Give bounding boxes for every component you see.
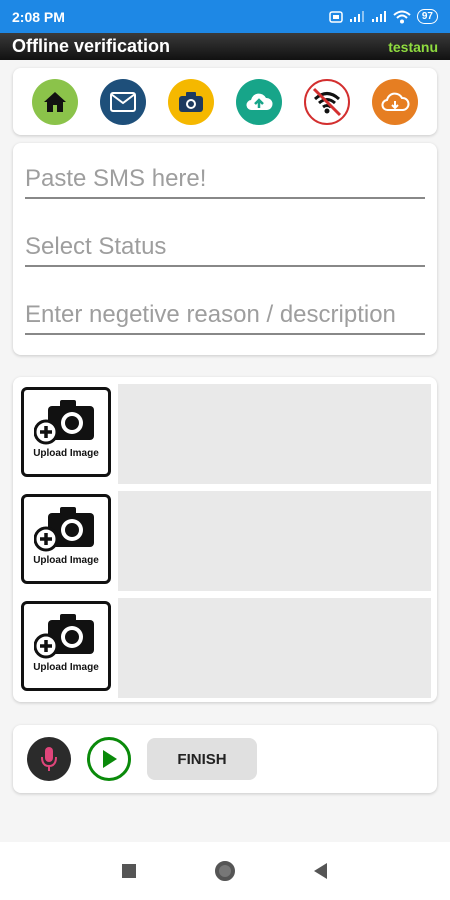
- upload-image-button[interactable]: Upload Image: [21, 494, 111, 584]
- username: testanu: [388, 38, 438, 55]
- cloud-download-button[interactable]: [372, 78, 418, 125]
- add-camera-icon: [34, 507, 94, 552]
- add-camera-icon: [34, 400, 94, 445]
- cloud-download-icon: [381, 92, 410, 111]
- image-slot: Upload Image: [21, 491, 431, 591]
- bottom-actions: FINISH: [13, 725, 437, 793]
- sms-input[interactable]: [25, 165, 425, 197]
- image-preview: [118, 598, 431, 698]
- page-title: Offline verification: [12, 36, 171, 56]
- verification-form: [13, 143, 437, 355]
- add-camera-icon: [34, 614, 94, 659]
- battery-indicator: 97: [416, 9, 438, 24]
- offline-button[interactable]: [304, 78, 350, 125]
- upload-image-label: Upload Image: [33, 448, 99, 459]
- sms-field-wrapper: [25, 165, 425, 199]
- action-toolbar: [13, 68, 437, 135]
- microphone-icon: [41, 747, 57, 771]
- signal-icon-2: [371, 10, 386, 22]
- play-icon: [103, 750, 117, 768]
- cloud-upload-button[interactable]: [236, 78, 282, 125]
- camera-button[interactable]: [168, 78, 214, 125]
- system-nav-bar: [0, 842, 450, 900]
- record-button[interactable]: [27, 737, 71, 781]
- status-time: 2:08 PM: [12, 8, 65, 25]
- wifi-icon: [393, 10, 411, 23]
- cloud-upload-icon: [246, 93, 273, 110]
- mail-icon: [110, 91, 136, 112]
- status-field-wrapper: [25, 233, 425, 267]
- mail-button[interactable]: [100, 78, 146, 125]
- upload-image-label: Upload Image: [33, 555, 99, 566]
- status-icons: 97: [329, 9, 438, 24]
- image-upload-section: Upload Image Upload Image Upload Image: [13, 377, 437, 702]
- signal-icon: [349, 10, 364, 22]
- reason-input[interactable]: [25, 301, 425, 333]
- home-button[interactable]: [32, 78, 78, 125]
- camera-icon: [179, 91, 203, 112]
- app-bar: Offline verification testanu: [0, 33, 450, 60]
- upload-image-button[interactable]: Upload Image: [21, 387, 111, 477]
- sim-icon: [329, 10, 343, 23]
- finish-button[interactable]: FINISH: [147, 738, 257, 780]
- upload-image-label: Upload Image: [33, 662, 99, 673]
- play-button[interactable]: [87, 737, 131, 781]
- image-preview: [118, 491, 431, 591]
- upload-image-button[interactable]: Upload Image: [21, 601, 111, 691]
- status-bar: 2:08 PM 97: [0, 0, 450, 33]
- status-select[interactable]: [25, 233, 425, 265]
- image-preview: [118, 384, 431, 484]
- no-wifi-icon: [312, 87, 342, 116]
- home-icon: [44, 91, 66, 112]
- reason-field-wrapper: [25, 301, 425, 335]
- home-nav-icon[interactable]: [214, 860, 236, 882]
- image-slot: Upload Image: [21, 384, 431, 484]
- back-icon[interactable]: [314, 863, 328, 879]
- image-slot: Upload Image: [21, 598, 431, 698]
- recents-icon[interactable]: [122, 864, 136, 878]
